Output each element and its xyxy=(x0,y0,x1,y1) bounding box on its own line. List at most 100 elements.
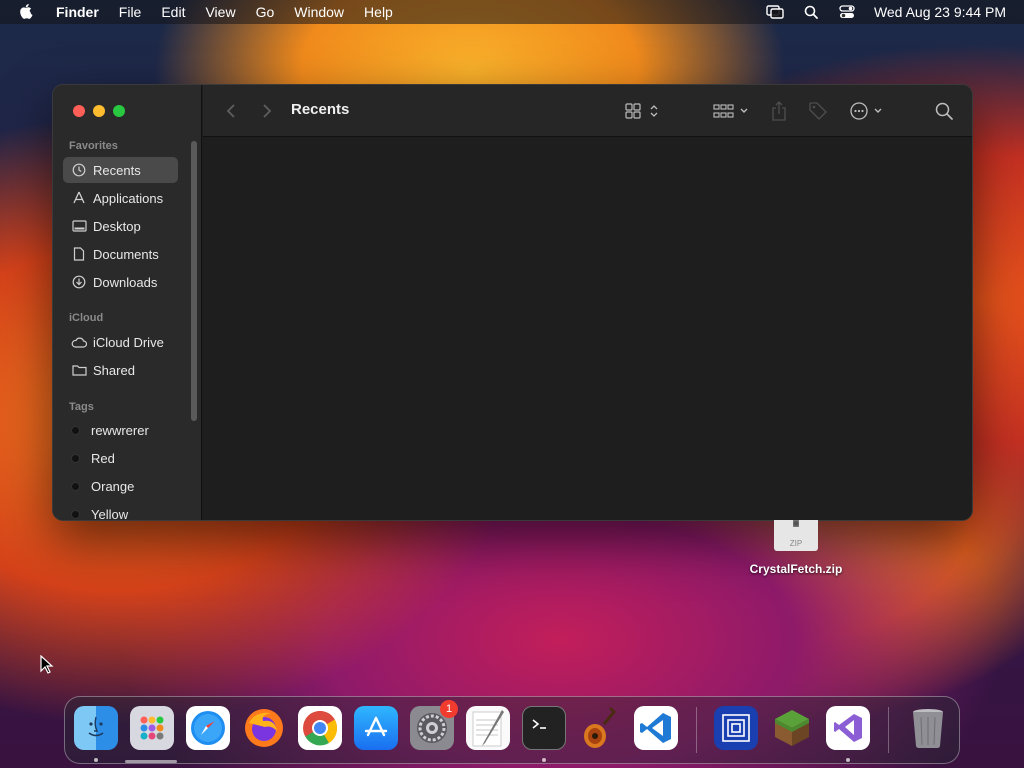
firefox-icon xyxy=(245,709,283,747)
dock-visual-studio[interactable] xyxy=(826,706,870,750)
simulator-icon xyxy=(722,714,750,742)
menu-help[interactable]: Help xyxy=(364,4,393,20)
back-button[interactable] xyxy=(221,101,241,121)
menu-file[interactable]: File xyxy=(119,4,142,20)
menu-window[interactable]: Window xyxy=(294,4,344,20)
sidebar-item-label: Downloads xyxy=(93,274,158,290)
dock-drag-indicator xyxy=(125,760,177,763)
textedit-icon xyxy=(472,710,504,747)
dock-vscode[interactable] xyxy=(634,706,678,750)
zip-label: ZIP xyxy=(790,539,802,548)
sidebar-scrollbar[interactable] xyxy=(191,141,197,421)
view-icons-button[interactable] xyxy=(625,99,661,123)
screen-mirroring-icon[interactable] xyxy=(766,3,784,21)
dock-firefox[interactable] xyxy=(242,706,286,750)
sidebar-item-label: Yellow xyxy=(91,506,129,521)
sidebar-item-desktop[interactable]: Desktop xyxy=(63,213,178,239)
menu-edit[interactable]: Edit xyxy=(161,4,185,20)
control-center-icon[interactable] xyxy=(838,3,856,21)
launchpad-icon xyxy=(140,716,164,740)
close-button[interactable] xyxy=(73,105,85,117)
zip-file-icon[interactable]: ZIP xyxy=(774,520,818,552)
dock-finder[interactable] xyxy=(74,706,118,750)
running-indicator xyxy=(542,758,546,762)
apple-menu-icon[interactable] xyxy=(16,1,38,23)
menubar-clock[interactable]: Wed Aug 23 9:44 PM xyxy=(874,4,1006,20)
applications-icon xyxy=(71,190,87,206)
dock-trash[interactable] xyxy=(906,706,950,750)
dock-minecraft[interactable] xyxy=(770,706,814,750)
group-by-button[interactable] xyxy=(713,99,751,123)
dock-launchpad[interactable] xyxy=(130,706,174,750)
desktop-icon xyxy=(71,218,87,234)
minimize-button[interactable] xyxy=(93,105,105,117)
sidebar-item-applications[interactable]: Applications xyxy=(63,185,178,211)
dock-separator xyxy=(888,707,889,753)
menu-bar: Finder File Edit View Go Window Help Wed… xyxy=(0,0,1024,24)
sidebar-header-favorites: Favorites xyxy=(69,140,118,152)
sidebar-tag-rewwrerer[interactable]: rewwrerer xyxy=(63,417,178,443)
trash-icon xyxy=(913,709,943,749)
dock-terminal[interactable] xyxy=(522,706,566,750)
app-store-icon xyxy=(364,716,388,737)
sidebar-tag-red[interactable]: Red xyxy=(63,445,178,471)
cloud-icon xyxy=(71,334,87,350)
finder-icon xyxy=(88,716,104,737)
menu-go[interactable]: Go xyxy=(256,4,275,20)
dock-textedit[interactable] xyxy=(466,706,510,750)
dock-garageband[interactable] xyxy=(578,706,622,750)
finder-sidebar: Favorites Recents Applications Desktop D… xyxy=(53,85,202,521)
menu-view[interactable]: View xyxy=(205,4,235,20)
notification-badge: 1 xyxy=(440,700,458,718)
sidebar-item-shared[interactable]: Shared xyxy=(63,357,178,383)
dock-system-settings[interactable]: 1 xyxy=(410,700,458,750)
spotlight-search-icon[interactable] xyxy=(802,3,820,21)
sidebar-header-icloud: iCloud xyxy=(69,312,104,324)
sidebar-item-documents[interactable]: Documents xyxy=(63,241,178,267)
visual-studio-icon xyxy=(834,714,862,742)
tag-dot-icon xyxy=(71,481,80,491)
share-icon[interactable] xyxy=(770,99,788,123)
forward-button[interactable] xyxy=(257,101,277,121)
safari-compass-icon xyxy=(191,711,225,745)
sidebar-tag-orange[interactable]: Orange xyxy=(63,473,178,499)
desktop-file-label[interactable]: CrystalFetch.zip xyxy=(740,562,852,576)
vscode-icon xyxy=(640,713,671,743)
sidebar-item-icloud-drive[interactable]: iCloud Drive xyxy=(63,329,178,355)
tag-icon[interactable] xyxy=(808,99,828,123)
shared-folder-icon xyxy=(71,362,87,378)
sidebar-item-label: Shared xyxy=(93,362,135,378)
clock-icon xyxy=(71,162,87,178)
sidebar-item-label: Applications xyxy=(93,190,164,206)
running-indicator xyxy=(94,758,98,762)
tag-dot-icon xyxy=(71,425,80,435)
sidebar-header-tags: Tags xyxy=(69,401,94,413)
terminal-icon xyxy=(532,719,546,729)
tag-dot-icon xyxy=(71,509,80,519)
window-title: Recents xyxy=(291,101,350,118)
zoom-button[interactable] xyxy=(113,105,125,117)
tag-dot-icon xyxy=(71,453,80,463)
guitar-icon xyxy=(584,706,617,748)
sidebar-item-label: Recents xyxy=(93,162,141,178)
sidebar-tag-yellow[interactable]: Yellow xyxy=(63,501,178,521)
sidebar-item-recents[interactable]: Recents xyxy=(63,157,178,183)
dock-separator xyxy=(696,707,697,753)
document-icon xyxy=(71,246,87,262)
dock-simulator[interactable] xyxy=(714,706,758,750)
window-controls xyxy=(73,105,125,117)
search-icon[interactable] xyxy=(935,99,953,123)
file-list-area[interactable] xyxy=(203,138,972,520)
dock-app-store[interactable] xyxy=(354,706,398,750)
sidebar-item-downloads[interactable]: Downloads xyxy=(63,269,178,295)
finder-toolbar: Recents xyxy=(203,85,972,137)
finder-window: Favorites Recents Applications Desktop D… xyxy=(52,84,973,521)
dock-chrome[interactable] xyxy=(298,706,342,750)
more-actions-icon[interactable] xyxy=(849,99,885,123)
sidebar-item-label: Documents xyxy=(93,246,159,262)
grass-block-icon xyxy=(775,710,809,746)
chrome-icon xyxy=(303,711,338,746)
menu-app-name[interactable]: Finder xyxy=(56,4,99,20)
sidebar-item-label: rewwrerer xyxy=(91,422,149,438)
dock-safari[interactable] xyxy=(186,706,230,750)
